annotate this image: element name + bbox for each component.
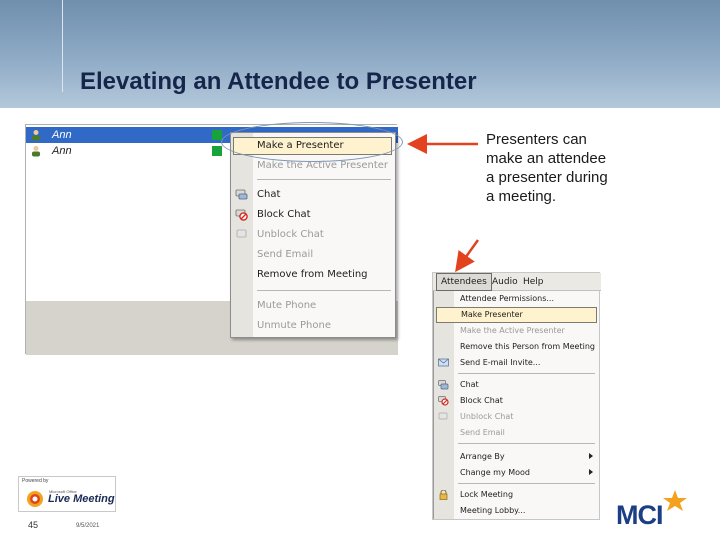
unblock-chat-icon [438, 412, 448, 420]
status-indicator [212, 146, 222, 156]
menu-item-label: Unmute Phone [257, 320, 331, 331]
menu-item-make-presenter[interactable]: Make Presenter [436, 307, 597, 323]
attendee-context-menu: Make a Presenter Make the Active Present… [230, 132, 396, 338]
menu-item-label: Send E-mail Invite... [460, 358, 541, 367]
menu-item-meeting-lobby[interactable]: Meeting Lobby... [434, 503, 599, 519]
menu-separator [257, 290, 391, 291]
menu-item-chat[interactable]: Chat [434, 377, 599, 393]
person-icon [32, 130, 40, 141]
menu-item-make-active-presenter[interactable]: Make the Active Presenter [434, 323, 599, 339]
menu-item-label: Unblock Chat [460, 412, 514, 421]
menu-item-label: Chat [257, 189, 281, 200]
menu-item-label: Change my Mood [460, 468, 531, 477]
menubar-help[interactable]: Help [519, 273, 548, 291]
menubar: Attendees Audio Help [433, 273, 601, 291]
menu-item-unblock-chat[interactable]: Unblock Chat [231, 226, 395, 244]
menu-item-label: Lock Meeting [460, 490, 514, 499]
live-meeting-brand: Live Meeting [48, 493, 115, 505]
callout-text: Presenters can make an attendee a presen… [486, 131, 608, 205]
email-invite-icon [438, 358, 449, 367]
menu-item-remove-person[interactable]: Remove this Person from Meeting [434, 339, 599, 355]
menu-item-label: Block Chat [460, 396, 503, 405]
person-icon [32, 146, 40, 157]
menu-item-label: Chat [460, 380, 479, 389]
menu-item-remove-from-meeting[interactable]: Remove from Meeting [231, 266, 395, 284]
lock-icon [439, 490, 448, 500]
menu-item-mute-phone[interactable]: Mute Phone [231, 297, 395, 315]
menu-item-label: Send Email [257, 249, 314, 260]
mci-logo: MCI [616, 490, 690, 530]
chat-icon [235, 189, 248, 200]
block-chat-icon [235, 209, 248, 221]
powered-by-text: Powered by [22, 478, 49, 484]
menubar-audio[interactable]: Audio [488, 273, 522, 291]
menu-item-label: Block Chat [257, 209, 311, 220]
mci-star-icon [663, 490, 687, 511]
status-indicator [212, 130, 222, 140]
menu-item-lock-meeting[interactable]: Lock Meeting [434, 487, 599, 503]
live-meeting-mark-icon [27, 491, 43, 507]
menu-item-label: Unblock Chat [257, 229, 324, 240]
menu-item-label: Attendee Permissions... [460, 294, 555, 303]
menu-item-change-my-mood[interactable]: Change my Mood [434, 465, 599, 481]
attendees-dropdown-menu: Attendee Permissions... Make Presenter M… [433, 291, 599, 519]
menu-item-unblock-chat[interactable]: Unblock Chat [434, 409, 599, 425]
live-meeting-logo: Powered by Microsoft Office Live Meeting [18, 476, 116, 512]
menu-item-chat[interactable]: Chat [231, 186, 395, 204]
menu-item-arrange-by[interactable]: Arrange By [434, 449, 599, 465]
menu-separator [257, 179, 391, 180]
menu-item-label: Remove from Meeting [257, 269, 368, 280]
menu-separator [458, 443, 595, 444]
menu-item-send-email[interactable]: Send Email [434, 425, 599, 441]
slide-title: Elevating an Attendee to Presenter [80, 68, 477, 95]
menu-item-block-chat[interactable]: Block Chat [231, 206, 395, 224]
attendee-name: Ann [52, 145, 72, 157]
menubar-attendees[interactable]: Attendees [436, 273, 492, 291]
mci-logo-text: MCI [616, 500, 663, 530]
attendees-menu-screenshot: Attendees Audio Help Attendee Permission… [432, 272, 601, 520]
menu-item-attendee-permissions[interactable]: Attendee Permissions... [434, 291, 599, 307]
menu-item-unmute-phone[interactable]: Unmute Phone [231, 317, 395, 335]
menu-item-send-email-invite[interactable]: Send E-mail Invite... [434, 355, 599, 371]
chat-icon [438, 380, 449, 390]
menu-item-label: Mute Phone [257, 300, 317, 311]
menu-separator [458, 373, 595, 374]
highlight-ellipse [221, 122, 403, 162]
menu-item-label: Make the Active Presenter [460, 326, 565, 335]
menu-item-label: Remove this Person from Meeting [460, 342, 595, 351]
menu-item-label: Arrange By [460, 452, 505, 461]
submenu-arrow-icon [589, 453, 593, 459]
menu-item-label: Send Email [460, 428, 505, 437]
page-number: 45 [28, 520, 39, 530]
menu-separator [458, 483, 595, 484]
menu-item-label: Make Presenter [461, 310, 523, 319]
attendee-name: Ann [52, 129, 72, 141]
arrow-to-right-menu [455, 239, 480, 273]
block-chat-icon [438, 396, 449, 406]
unblock-chat-icon [236, 229, 247, 238]
menu-item-send-email[interactable]: Send Email [231, 246, 395, 264]
header-divider [62, 0, 63, 92]
slide-date: 9/5/2021 [76, 523, 100, 529]
menu-item-label: Meeting Lobby... [460, 506, 526, 515]
submenu-arrow-icon [589, 469, 593, 475]
menu-item-block-chat[interactable]: Block Chat [434, 393, 599, 409]
